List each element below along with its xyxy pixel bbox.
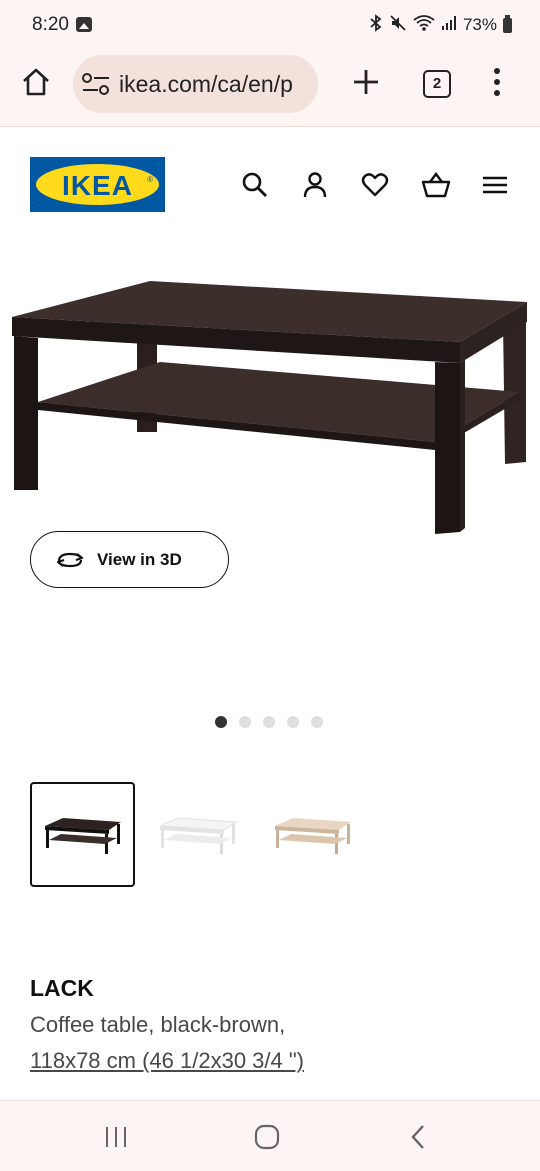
back-icon [411, 1125, 424, 1149]
ikea-logo[interactable]: IKEA ® [30, 157, 165, 212]
home-icon [254, 1124, 280, 1150]
browser-home-button[interactable] [18, 64, 54, 100]
home-button[interactable] [251, 1121, 283, 1153]
rotate-3d-icon [56, 552, 84, 567]
search-icon [242, 172, 267, 197]
table-leg-front-right [435, 362, 460, 534]
recent-apps-icon [106, 1127, 126, 1147]
logo-text: IKEA [62, 170, 133, 201]
home-icon [23, 68, 49, 96]
table-leg-front-right-side [460, 360, 465, 532]
variant-white-stained-oak[interactable] [260, 782, 365, 887]
mute-icon [389, 14, 407, 36]
variant-thumbnail-white [159, 817, 237, 854]
site-settings-icon[interactable] [81, 72, 111, 96]
back-button[interactable] [403, 1121, 435, 1153]
carousel-dot-2[interactable] [239, 716, 251, 728]
browser-menu-button[interactable] [485, 66, 509, 98]
main-menu-button[interactable] [481, 171, 509, 199]
product-image[interactable] [0, 262, 540, 552]
view-in-3d-button[interactable]: View in 3D [30, 531, 229, 588]
account-button[interactable] [301, 171, 329, 199]
tab-switcher-button[interactable]: 2 [423, 70, 451, 98]
status-bar: 8:20 73% [0, 0, 540, 50]
battery-icon [503, 14, 512, 33]
signal-icon [441, 15, 457, 35]
logo-registered-mark: ® [147, 175, 153, 184]
recent-apps-button[interactable] [100, 1121, 132, 1153]
basket-icon [421, 172, 451, 198]
product-name: LACK [30, 975, 94, 1001]
table-leg-back-right [503, 317, 526, 464]
product-size-link[interactable]: 118x78 cm (46 1/2x30 3/4 ") [30, 1048, 304, 1074]
variant-black-brown[interactable] [30, 782, 135, 887]
plus-icon [354, 70, 378, 94]
variant-thumbnail-oak [274, 817, 351, 854]
variant-thumbnail-black-brown [44, 817, 121, 854]
table-leg-front-left [14, 336, 38, 490]
site-header: IKEA ® [0, 127, 540, 237]
gallery-icon [76, 17, 92, 32]
wifi-icon [413, 14, 435, 36]
product-description: Coffee table, black-brown, [30, 1012, 286, 1037]
new-tab-button[interactable] [350, 66, 382, 98]
heart-icon [361, 173, 389, 197]
battery-percent: 73% [462, 15, 497, 34]
carousel-dot-5[interactable] [311, 716, 323, 728]
status-icons: 73% [369, 14, 512, 36]
account-icon [303, 172, 327, 198]
variant-selector [30, 782, 365, 887]
carousel-dot-4[interactable] [287, 716, 299, 728]
status-time: 8:20 [32, 14, 69, 35]
image-carousel-dots [215, 716, 323, 728]
shopping-bag-button[interactable] [421, 171, 451, 199]
search-button[interactable] [241, 171, 269, 199]
carousel-dot-3[interactable] [263, 716, 275, 728]
carousel-dot-1[interactable] [215, 716, 227, 728]
browser-toolbar: ikea.com/ca/en/p 2 [0, 50, 540, 127]
favourites-button[interactable] [361, 171, 389, 199]
system-nav-bar [0, 1100, 540, 1171]
bluetooth-icon [369, 14, 383, 36]
url-text[interactable]: ikea.com/ca/en/p [119, 71, 293, 98]
variant-white[interactable] [145, 782, 250, 887]
view-in-3d-label: View in 3D [97, 549, 182, 569]
address-bar[interactable]: ikea.com/ca/en/p [73, 55, 318, 113]
more-vert-icon [494, 68, 500, 96]
hamburger-icon [483, 176, 507, 194]
